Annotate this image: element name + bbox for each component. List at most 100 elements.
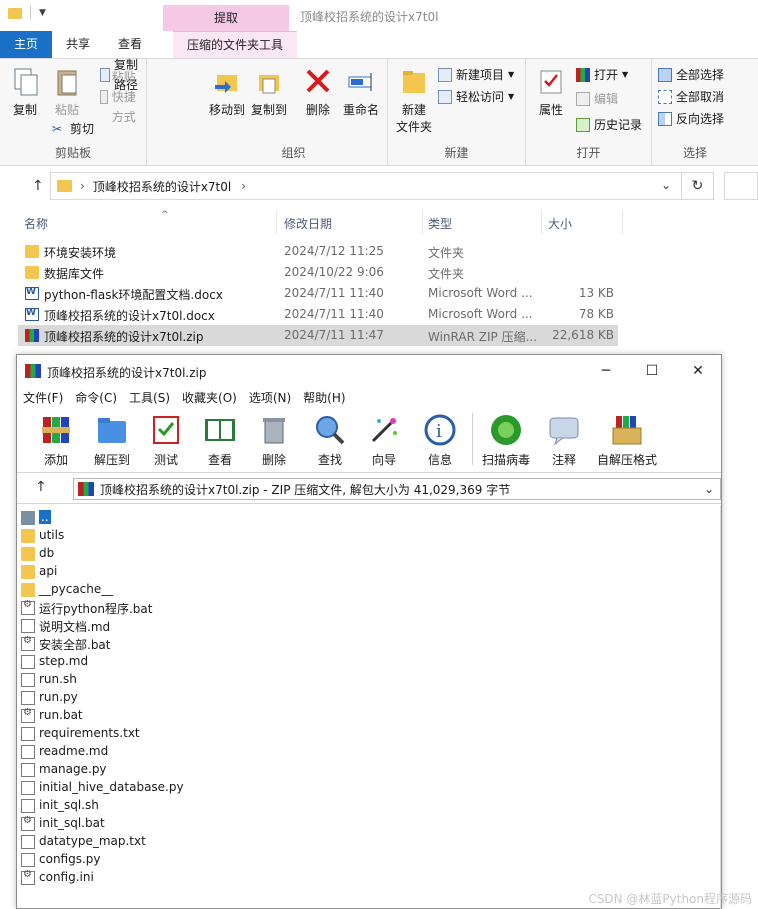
history-button[interactable]: 历史记录 bbox=[576, 115, 642, 135]
copy-to-button[interactable]: 复制到 bbox=[246, 67, 292, 118]
context-tab-extract[interactable]: 提取 bbox=[163, 5, 289, 31]
file-type: Microsoft Word ... bbox=[428, 286, 533, 300]
tab-view[interactable]: 查看 bbox=[104, 31, 156, 58]
view-button[interactable]: 查看 bbox=[193, 413, 247, 468]
edit-button[interactable]: 编辑 bbox=[576, 89, 618, 109]
open-button[interactable]: 打开 ▼ bbox=[576, 65, 628, 85]
wizard-button[interactable]: 向导 bbox=[357, 413, 411, 468]
ribbon-tabs: 主页 共享 查看 压缩的文件夹工具 bbox=[0, 31, 298, 58]
cut-button[interactable]: ✂ 剪切 bbox=[52, 119, 94, 139]
entry-name: requirements.txt bbox=[39, 726, 140, 740]
folder-icon bbox=[57, 180, 72, 192]
new-folder-button[interactable]: 新建 文件夹 bbox=[390, 67, 438, 135]
invert-selection-button[interactable]: 反向选择 bbox=[658, 109, 724, 129]
column-modified[interactable]: 修改日期 bbox=[284, 215, 332, 232]
entry-name: db bbox=[39, 546, 55, 560]
archive-file-list: .. utils db api __pycache__ 运行python程序.bat 说明文… bbox=[17, 505, 721, 909]
chevron-down-icon[interactable]: ⌄ bbox=[661, 178, 671, 192]
menu-help[interactable]: 帮助(H) bbox=[297, 387, 351, 407]
winrar-toolbar: 添加 解压到 测试 查看 删除 查找 向导 i 信息 扫描病毒 注释 自解压格式 bbox=[17, 407, 721, 473]
extract-to-icon bbox=[95, 413, 129, 447]
chevron-down-icon: ▼ bbox=[508, 92, 515, 101]
entry-name: utils bbox=[39, 528, 65, 542]
delete-label: 删除 bbox=[305, 103, 330, 117]
select-none-label: 全部取消 bbox=[676, 90, 725, 104]
file-name: 数据库文件 bbox=[44, 267, 105, 281]
scrollbar[interactable] bbox=[720, 505, 721, 909]
entry-name: run.sh bbox=[39, 672, 77, 686]
group-label-open: 打开 bbox=[576, 146, 601, 160]
select-all-button[interactable]: 全部选择 bbox=[658, 65, 724, 85]
file-date: 2024/7/11 11:40 bbox=[284, 307, 384, 321]
breadcrumb[interactable]: 顶峰校招系统的设计x7t0l bbox=[93, 178, 231, 195]
scan-virus-button[interactable]: 扫描病毒 bbox=[479, 413, 533, 468]
list-item[interactable]: 数据库文件 2024/10/22 9:06 文件夹 bbox=[18, 262, 618, 283]
entry-name: manage.py bbox=[39, 762, 107, 776]
menu-tools[interactable]: 工具(S) bbox=[123, 387, 176, 407]
tab-home[interactable]: 主页 bbox=[0, 31, 53, 58]
invert-selection-label: 反向选择 bbox=[676, 112, 725, 126]
add-label: 添加 bbox=[43, 453, 68, 467]
archive-path-field[interactable]: 顶峰校招系统的设计x7t0l.zip - ZIP 压缩文件, 解包大小为 41,… bbox=[73, 478, 721, 500]
list-item[interactable]: python-flask环境配置文档.docx 2024/7/11 11:40 … bbox=[18, 283, 618, 304]
file-name: 环境安装环境 bbox=[44, 246, 117, 260]
ribbon-group-organize: 移动到 复制到 删除 重命名 组织 bbox=[200, 59, 388, 165]
sfx-button[interactable]: 自解压格式 bbox=[593, 413, 661, 468]
group-label-new: 新建 bbox=[444, 146, 469, 160]
move-to-button[interactable]: 移动到 bbox=[204, 67, 250, 118]
address-bar: ↑ › 顶峰校招系统的设计x7t0l › ⌄ ↻ bbox=[0, 172, 758, 202]
address-field[interactable]: › 顶峰校招系统的设计x7t0l › ⌄ bbox=[50, 172, 682, 200]
explorer-title-bar: ▼ 提取 顶峰校招系统的设计x7t0l 主页 共享 查看 压缩的文件夹工具 bbox=[0, 0, 758, 58]
up-arrow-icon[interactable]: ↑ bbox=[35, 479, 47, 495]
tab-compressed-folder-tools[interactable]: 压缩的文件夹工具 bbox=[173, 31, 298, 58]
winrar-title-bar: 顶峰校招系统的设计x7t0l.zip ─ ☐ ✕ bbox=[17, 355, 721, 387]
extract-to-button[interactable]: 解压到 bbox=[85, 413, 139, 468]
search-input[interactable] bbox=[724, 172, 758, 200]
menu-favorites[interactable]: 收藏夹(O) bbox=[176, 387, 243, 407]
select-none-button[interactable]: 全部取消 bbox=[658, 87, 724, 107]
menu-file[interactable]: 文件(F) bbox=[17, 387, 69, 407]
list-item[interactable]: 顶峰校招系统的设计x7t0l.docx 2024/7/11 11:40 Micr… bbox=[18, 304, 618, 325]
entry-name: datatype_map.txt bbox=[39, 834, 146, 848]
delete-button[interactable]: 删除 bbox=[295, 67, 341, 118]
file-date: 2024/10/22 9:06 bbox=[284, 265, 384, 279]
menu-options[interactable]: 选项(N) bbox=[243, 387, 297, 407]
bat-icon bbox=[21, 869, 35, 885]
new-item-button[interactable]: 新建项目 ▼ bbox=[438, 65, 514, 85]
up-arrow-icon[interactable]: ↑ bbox=[32, 178, 44, 194]
paste-button[interactable]: 粘贴 bbox=[44, 67, 90, 118]
find-button[interactable]: 查找 bbox=[303, 413, 357, 468]
maximize-button[interactable]: ☐ bbox=[629, 359, 675, 383]
delete-archive-button[interactable]: 删除 bbox=[247, 413, 301, 468]
file-date: 2024/7/11 11:40 bbox=[284, 286, 384, 300]
list-item[interactable]: 顶峰校招系统的设计x7t0l.zip 2024/7/11 11:47 WinRA… bbox=[18, 325, 618, 346]
divider bbox=[422, 210, 423, 234]
ribbon-group-new: 新建 文件夹 新建项目 ▼ 轻松访问 ▼ 新建 bbox=[388, 59, 526, 165]
easy-access-button[interactable]: 轻松访问 ▼ bbox=[438, 87, 514, 107]
column-type[interactable]: 类型 bbox=[428, 215, 452, 232]
copy-button[interactable]: 复制 bbox=[2, 67, 48, 118]
refresh-button[interactable]: ↻ bbox=[682, 172, 714, 200]
tab-share[interactable]: 共享 bbox=[52, 31, 104, 58]
menu-commands[interactable]: 命令(C) bbox=[69, 387, 123, 407]
column-name[interactable]: 名称 bbox=[24, 215, 48, 232]
comment-button[interactable]: 注释 bbox=[537, 413, 591, 468]
bat-icon bbox=[21, 635, 35, 651]
easy-access-icon bbox=[438, 90, 452, 104]
list-item[interactable]: 环境安装环境 2024/7/12 11:25 文件夹 bbox=[18, 241, 618, 262]
column-size[interactable]: 大小 bbox=[548, 215, 572, 232]
winrar-icon bbox=[25, 364, 41, 378]
close-button[interactable]: ✕ bbox=[675, 359, 721, 383]
properties-button[interactable]: 属性 bbox=[528, 67, 574, 118]
minimize-button[interactable]: ─ bbox=[583, 359, 629, 383]
chevron-down-icon[interactable]: ▼ bbox=[39, 8, 46, 18]
file-type: 文件夹 bbox=[428, 246, 465, 260]
rename-button[interactable]: 重命名 bbox=[338, 67, 384, 118]
winrar-path-bar: ↑ 顶峰校招系统的设计x7t0l.zip - ZIP 压缩文件, 解包大小为 4… bbox=[17, 474, 721, 504]
add-button[interactable]: 添加 bbox=[29, 413, 83, 468]
chevron-down-icon[interactable]: ⌄ bbox=[704, 482, 714, 496]
paste-shortcut-button[interactable]: 粘贴快捷方式 bbox=[100, 70, 146, 124]
info-button[interactable]: i 信息 bbox=[413, 413, 467, 468]
file-name: python-flask环境配置文档.docx bbox=[44, 288, 223, 302]
test-button[interactable]: 测试 bbox=[139, 413, 193, 468]
